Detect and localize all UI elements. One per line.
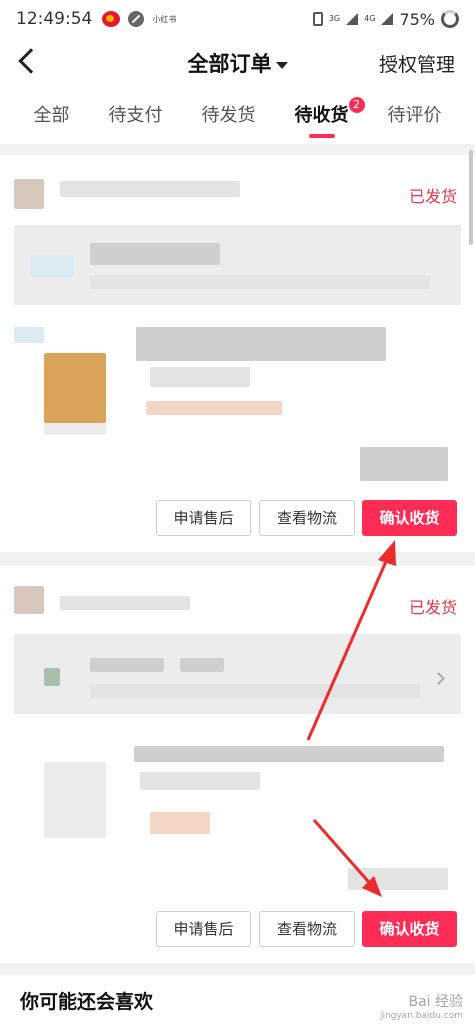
shop-name-blurred <box>60 596 190 610</box>
tab-label: 待评价 <box>387 105 442 126</box>
logistics-line-blurred-2 <box>180 658 224 672</box>
order-card[interactable]: 已发货 申请售后 查看物流 确认收货 <box>0 155 475 552</box>
product-thumbnail-blurred[interactable] <box>44 353 106 423</box>
watermark-main: Bai 经验 <box>408 994 463 1010</box>
product-promo-blurred <box>150 812 210 834</box>
status-bar: 12:49:54 小红书 3G 4G 75% <box>0 0 475 38</box>
tab-pending-receipt[interactable]: 待收货 2 <box>289 88 365 144</box>
vibrate-icon <box>312 12 323 26</box>
confirm-receipt-button[interactable]: 确认收货 <box>362 911 457 947</box>
auth-manage-button[interactable]: 授权管理 <box>379 50 455 77</box>
product-thumbnail-blurred[interactable] <box>44 762 106 838</box>
product-spec-blurred <box>150 367 250 387</box>
product-spec-blurred <box>140 772 260 790</box>
logistics-icon-blurred <box>44 668 60 686</box>
product-promo-blurred <box>146 401 282 415</box>
battery-icon <box>441 10 459 28</box>
logistics-line-3-blurred <box>90 684 420 698</box>
logistics-panel-blurred[interactable] <box>14 634 461 714</box>
order-status: 已发货 <box>408 187 457 206</box>
tab-pending-payment[interactable]: 待支付 <box>103 88 169 144</box>
network-label-a: 3G <box>328 14 341 23</box>
tab-label: 全部 <box>33 105 70 126</box>
tab-label: 待支付 <box>108 105 163 126</box>
logistics-line-2-blurred <box>90 275 430 289</box>
product-thumb-shadow <box>44 423 106 435</box>
price-total-blurred <box>360 447 448 481</box>
battery-percent: 75% <box>399 9 435 29</box>
caret-down-icon <box>275 61 288 69</box>
view-logistics-button[interactable]: 查看物流 <box>259 911 355 947</box>
order-status: 已发货 <box>408 598 457 617</box>
order-card[interactable]: 已发货 申请售后 查看物流 确认收货 <box>0 566 475 963</box>
confirm-receipt-button[interactable]: 确认收货 <box>362 500 457 536</box>
view-logistics-button[interactable]: 查看物流 <box>259 500 355 536</box>
tab-label: 待收货 <box>294 105 349 126</box>
page-title-text: 全部订单 <box>187 52 272 76</box>
recommend-title: 你可能还会喜欢 <box>20 991 154 1013</box>
order-tabs: 全部 待支付 待发货 待收货 2 待评价 <box>0 88 475 144</box>
after-sale-button[interactable]: 申请售后 <box>156 911 251 947</box>
product-tag-blurred <box>14 327 44 343</box>
status-right: 3G 4G 75% <box>312 9 459 29</box>
shop-avatar <box>14 586 44 614</box>
product-title-blurred <box>136 327 386 361</box>
product-title-blurred <box>134 746 444 762</box>
tab-pending-review[interactable]: 待评价 <box>382 88 448 144</box>
weibo-icon <box>102 11 121 27</box>
header: 全部订单 授权管理 <box>0 38 475 88</box>
signal-icon <box>346 13 359 25</box>
logistics-line-blurred <box>90 243 220 265</box>
xiaohongshu-label: 小红书 <box>152 14 177 24</box>
shop-avatar <box>14 179 44 209</box>
signal-icon-2 <box>381 13 394 25</box>
tab-all[interactable]: 全部 <box>28 88 76 144</box>
watermark-url: jingyan.baidu.com <box>379 1011 463 1021</box>
shop-name-blurred <box>60 181 240 197</box>
status-time: 12:49:54 <box>16 9 93 29</box>
scrollbar[interactable] <box>469 150 473 245</box>
tab-count-badge: 2 <box>348 97 365 113</box>
watermark: Bai 经验 jingyan.baidu.com <box>380 991 463 1021</box>
price-total-blurred <box>348 868 448 890</box>
network-label-b: 4G <box>364 14 376 23</box>
logistics-line-blurred <box>90 658 164 672</box>
tab-pending-shipment[interactable]: 待发货 <box>196 88 262 144</box>
app-circle-icon <box>128 11 145 27</box>
logistics-icon-blurred <box>30 255 74 277</box>
tab-label: 待发货 <box>201 105 256 126</box>
logistics-panel-blurred[interactable] <box>14 225 461 305</box>
after-sale-button[interactable]: 申请售后 <box>156 500 251 536</box>
